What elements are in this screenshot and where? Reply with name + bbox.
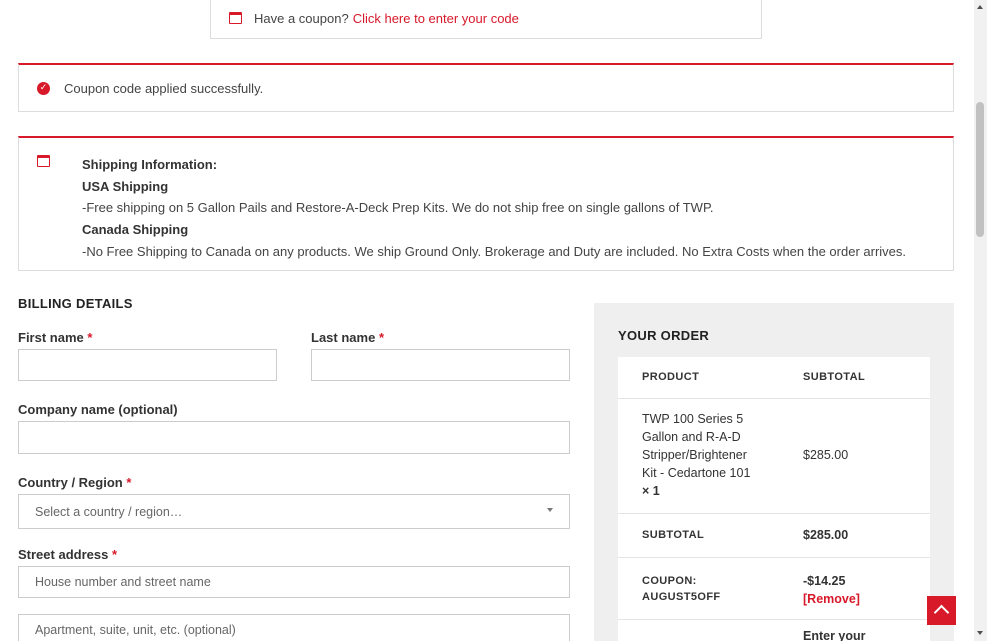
subtotal-label: SUBTOTAL: [642, 529, 705, 541]
required-mark: *: [111, 547, 118, 562]
enter-coupon-link[interactable]: Click here to enter your code: [353, 11, 519, 26]
coupon-label-line: COUPON:: [642, 575, 697, 587]
coupon-prompt: Have a coupon? Click here to enter your …: [210, 0, 762, 39]
country-label-text: Country / Region: [18, 475, 123, 490]
shipping-heading: Shipping Information:: [82, 157, 218, 172]
order-table: PRODUCT SUBTOTAL TWP 100 Series 5 Gallon…: [618, 357, 930, 641]
coupon-prompt-text: Have a coupon?: [254, 10, 349, 26]
col-subtotal-header: SUBTOTAL: [803, 371, 866, 383]
street-address-label-text: Street address: [18, 547, 109, 562]
last-name-label: Last name *: [311, 330, 384, 345]
order-table-header: PRODUCT SUBTOTAL: [618, 357, 930, 399]
your-order-title: YOUR ORDER: [618, 328, 710, 343]
chevron-up-icon: [933, 604, 950, 621]
check-circle-icon: ✓: [37, 81, 50, 95]
required-mark: *: [126, 475, 132, 490]
company-name-label: Company name (optional): [18, 402, 178, 417]
street-address-label: Street address *: [18, 547, 117, 562]
calendar-icon: [37, 155, 50, 167]
coupon-row: COUPON: AUGUST5OFF -$14.25 [Remove]: [618, 558, 930, 620]
canada-shipping-heading: Canada Shipping: [82, 222, 189, 238]
scroll-up-arrow-icon[interactable]: [977, 5, 983, 9]
country-select[interactable]: Select a country / region…: [18, 494, 570, 529]
coupon-discount: -$14.25 [Remove]: [803, 572, 860, 608]
country-label: Country / Region *: [18, 475, 131, 490]
first-name-label-text: First name: [18, 330, 84, 345]
product-quantity: × 1: [642, 484, 660, 498]
first-name-label: First name *: [18, 330, 92, 345]
table-row: TWP 100 Series 5 Gallon and R-A-D Stripp…: [618, 399, 930, 514]
success-message: Coupon code applied successfully.: [64, 80, 264, 96]
first-name-input[interactable]: [18, 349, 277, 381]
coupon-success-notice: ✓ Coupon code applied successfully.: [18, 63, 954, 112]
scrollbar-thumb[interactable]: [976, 102, 984, 237]
last-name-label-text: Last name: [311, 330, 376, 345]
shipping-row-partial: Enter your: [803, 629, 866, 641]
coupon-label: COUPON: AUGUST5OFF: [642, 573, 721, 605]
subtotal-row: SUBTOTAL $285.00: [618, 514, 930, 558]
usa-shipping-text: -Free shipping on 5 Gallon Pails and Res…: [82, 200, 714, 216]
shipping-row: Enter your: [618, 620, 930, 641]
required-mark: *: [378, 330, 384, 345]
required-mark: *: [87, 330, 93, 345]
product-name: TWP 100 Series 5 Gallon and R-A-D Stripp…: [642, 410, 750, 500]
street-address-input[interactable]: House number and street name: [18, 566, 570, 598]
calendar-icon: [229, 12, 242, 24]
product-name-line: TWP 100 Series 5: [642, 412, 744, 426]
billing-details-title: BILLING DETAILS: [18, 296, 133, 311]
street-address-2-placeholder: Apartment, suite, unit, etc. (optional): [35, 623, 236, 637]
subtotal-value: $285.00: [803, 528, 849, 542]
coupon-code: AUGUST5OFF: [642, 591, 721, 603]
company-name-input[interactable]: [18, 421, 570, 454]
product-name-line: Gallon and R-A-D: [642, 430, 741, 444]
page-scrollbar[interactable]: [974, 0, 987, 641]
canada-shipping-text: -No Free Shipping to Canada on any produ…: [82, 243, 907, 259]
shipping-info-notice: Shipping Information: USA Shipping -Free…: [18, 136, 954, 271]
street-address-2-input[interactable]: Apartment, suite, unit, etc. (optional): [18, 614, 570, 641]
product-price: $285.00: [803, 448, 849, 462]
col-product-header: PRODUCT: [642, 371, 700, 383]
order-panel: YOUR ORDER PRODUCT SUBTOTAL TWP 100 Seri…: [594, 303, 954, 641]
product-name-line: Stripper/Brightener: [642, 448, 747, 462]
caret-down-icon: [547, 508, 553, 512]
back-to-top-button[interactable]: [927, 596, 956, 625]
scroll-down-arrow-icon[interactable]: [977, 631, 983, 635]
coupon-value: -$14.25: [803, 574, 846, 588]
country-placeholder: Select a country / region…: [35, 504, 183, 519]
usa-shipping-heading: USA Shipping: [82, 178, 169, 194]
product-name-line: Kit - Cedartone 101: [642, 466, 751, 480]
remove-coupon-link[interactable]: [Remove]: [803, 590, 860, 608]
last-name-input[interactable]: [311, 349, 570, 381]
street-address-placeholder: House number and street name: [35, 575, 211, 589]
